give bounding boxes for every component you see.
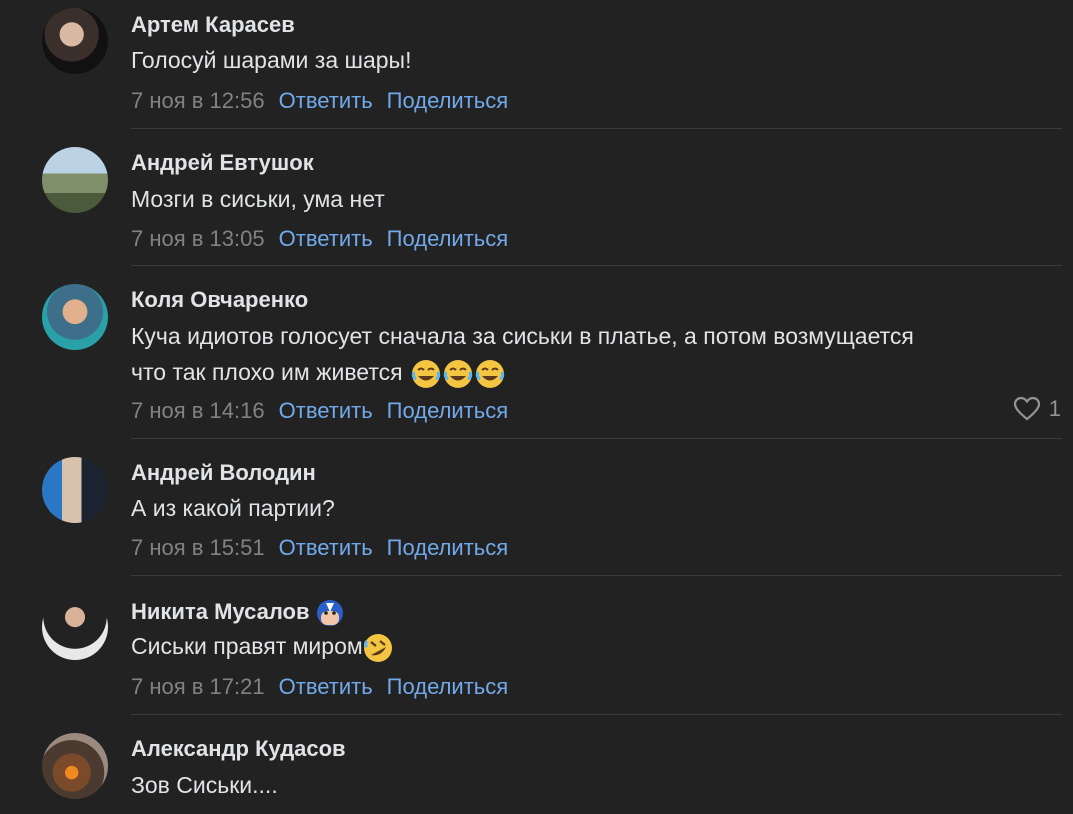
comment-item: Андрей Володин А из какой партии? 7 ноя …	[0, 439, 1073, 576]
comment-text: Зов Сиськи....	[131, 772, 278, 798]
comment-author[interactable]: Александр Кудасов	[131, 736, 346, 762]
comment-time[interactable]: 7 ноя в 13:05	[131, 226, 265, 251]
reply-button[interactable]: Ответить	[279, 88, 373, 113]
avatar[interactable]	[42, 457, 108, 523]
captain-america-mask-icon	[317, 600, 344, 626]
comment-author[interactable]: Андрей Володин	[131, 460, 316, 486]
reply-button[interactable]: Ответить	[279, 226, 373, 251]
comment-item: Коля Овчаренко Куча идиотов голосует сна…	[0, 267, 1073, 439]
comment-meta: 7 ноя в 13:05 Ответить Поделиться	[131, 226, 508, 252]
avatar[interactable]	[42, 733, 108, 799]
heart-outline-icon	[1013, 396, 1040, 421]
comment-time[interactable]: 7 ноя в 17:21	[131, 674, 265, 699]
reply-button[interactable]: Ответить	[279, 535, 373, 560]
comment-meta: 7 ноя в 12:56 Ответить Поделиться	[131, 88, 508, 114]
rolling-on-floor-laughing-emoji	[363, 633, 392, 662]
reply-button[interactable]: Ответить	[279, 674, 373, 699]
share-button[interactable]: Поделиться	[387, 226, 508, 251]
comment-meta: 7 ноя в 15:51 Ответить Поделиться	[131, 535, 508, 561]
comment-text-line: Куча идиотов голосует сначала за сиськи …	[131, 323, 914, 349]
comment-text: Куча идиотов голосует сначала за сиськи …	[131, 318, 1041, 390]
reply-button[interactable]: Ответить	[279, 398, 373, 423]
comment-item: Александр Кудасов Зов Сиськи....	[0, 715, 1073, 814]
tears-of-joy-emoji	[475, 359, 505, 388]
avatar[interactable]	[42, 284, 108, 350]
comment-text-line-2: что так плохо им живется	[131, 354, 1041, 390]
avatar[interactable]	[42, 147, 108, 213]
comment-text: Мозги в сиськи, ума нет	[131, 186, 385, 212]
comment-time[interactable]: 7 ноя в 15:51	[131, 535, 265, 560]
divider	[131, 128, 1062, 129]
comment-time[interactable]: 7 ноя в 14:16	[131, 398, 265, 423]
comment-text: Голосуй шарами за шары!	[131, 47, 412, 73]
tears-of-joy-emoji	[411, 359, 441, 388]
comment-text: Сиськи правят миром	[131, 628, 1041, 664]
comment-author[interactable]: Андрей Евтушок	[131, 150, 314, 176]
comment-time[interactable]: 7 ноя в 12:56	[131, 88, 265, 113]
like-count: 1	[1048, 396, 1061, 421]
comment-text: А из какой партии?	[131, 495, 335, 521]
tears-of-joy-emoji	[443, 359, 473, 388]
comment-item: Андрей Евтушок Мозги в сиськи, ума нет 7…	[0, 130, 1073, 267]
comment-meta: 7 ноя в 14:16 Ответить Поделиться	[131, 398, 508, 424]
share-button[interactable]: Поделиться	[387, 398, 508, 423]
divider	[131, 265, 1062, 266]
share-button[interactable]: Поделиться	[387, 88, 508, 113]
avatar[interactable]	[42, 8, 108, 74]
comments-list: Артем Карасев Голосуй шарами за шары! 7 …	[0, 0, 1073, 814]
share-button[interactable]: Поделиться	[387, 535, 508, 560]
comment-item: Никита Мусалов Сиськи правят миром 7 ноя…	[0, 576, 1073, 715]
comment-meta: 7 ноя в 17:21 Ответить Поделиться	[131, 674, 508, 700]
comment-item: Артем Карасев Голосуй шарами за шары! 7 …	[0, 0, 1073, 130]
share-button[interactable]: Поделиться	[387, 674, 508, 699]
comment-author[interactable]: Артем Карасев	[131, 12, 295, 38]
avatar[interactable]	[42, 594, 108, 660]
comment-author[interactable]: Коля Овчаренко	[131, 287, 308, 313]
comment-author[interactable]: Никита Мусалов	[131, 598, 345, 628]
like-button[interactable]: 1	[1013, 396, 1061, 422]
